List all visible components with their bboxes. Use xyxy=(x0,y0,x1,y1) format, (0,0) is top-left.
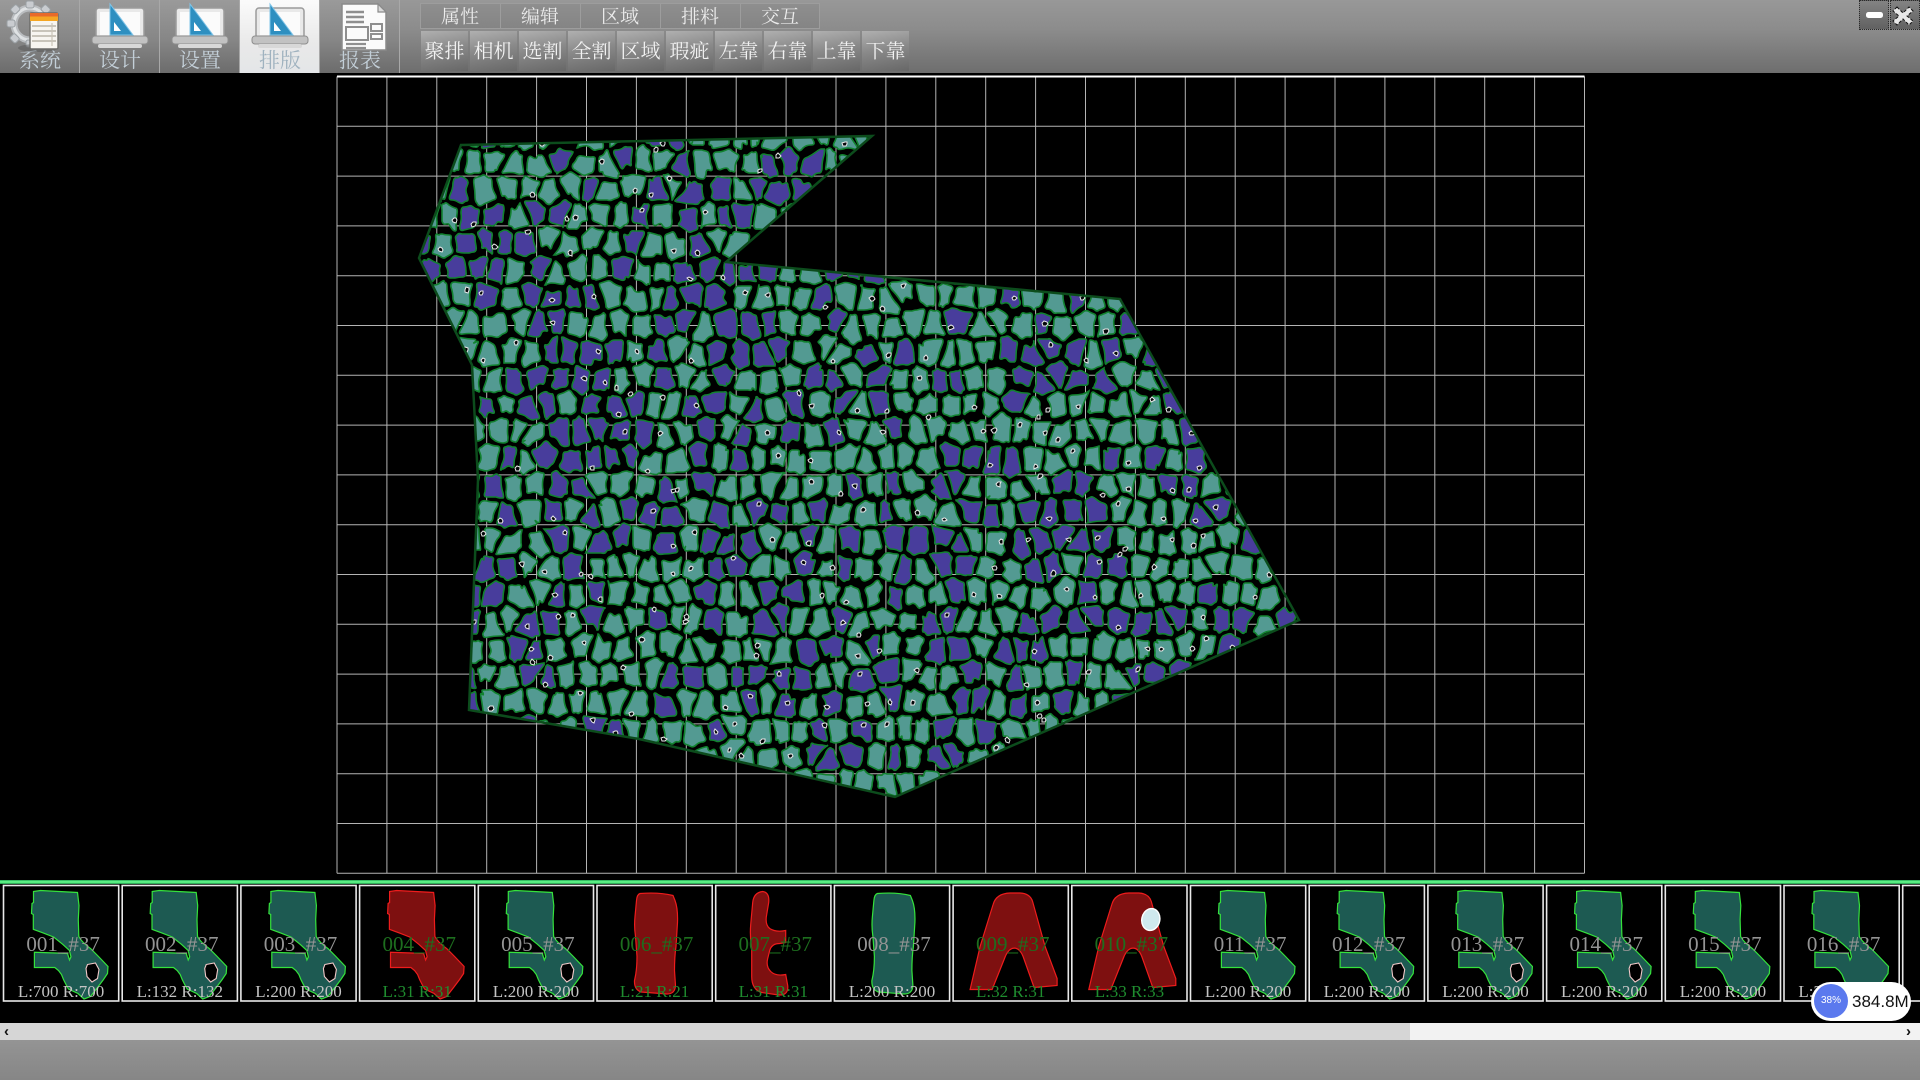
svg-text:L:31 R:31: L:31 R:31 xyxy=(382,982,451,1001)
svg-text:L:33 R:33: L:33 R:33 xyxy=(1095,982,1164,1001)
svg-text:L:132 R:132: L:132 R:132 xyxy=(137,982,223,1001)
svg-text:010_#37: 010_#37 xyxy=(1095,932,1169,956)
svg-text:L:200 R:200: L:200 R:200 xyxy=(849,982,935,1001)
svg-text:005_#37: 005_#37 xyxy=(501,932,575,956)
svg-text:015_#37: 015_#37 xyxy=(1688,932,1762,956)
svg-text:L:700 R:700: L:700 R:700 xyxy=(18,982,104,1001)
svg-text:L:200 R:200: L:200 R:200 xyxy=(255,982,341,1001)
svg-text:012_#37: 012_#37 xyxy=(1332,932,1406,956)
svg-text:L:200 R:200: L:200 R:200 xyxy=(1442,982,1528,1001)
svg-text:L:21 R:21: L:21 R:21 xyxy=(620,982,689,1001)
svg-text:004_#37: 004_#37 xyxy=(382,932,456,956)
svg-text:003_#37: 003_#37 xyxy=(264,932,338,956)
svg-text:013_#37: 013_#37 xyxy=(1451,932,1525,956)
svg-text:007_#37: 007_#37 xyxy=(739,932,813,956)
svg-text:009_#37: 009_#37 xyxy=(976,932,1050,956)
svg-text:L:31 R:31: L:31 R:31 xyxy=(739,982,808,1001)
svg-text:011_#37: 011_#37 xyxy=(1214,932,1287,956)
svg-text:L:200 R:200: L:200 R:200 xyxy=(1680,982,1766,1001)
svg-text:L:200 R:200: L:200 R:200 xyxy=(493,982,579,1001)
svg-text:014_#37: 014_#37 xyxy=(1569,932,1643,956)
svg-text:006_#37: 006_#37 xyxy=(620,932,694,956)
svg-text:016_#37: 016_#37 xyxy=(1807,932,1881,956)
svg-text:L:200 R:200: L:200 R:200 xyxy=(1205,982,1291,1001)
svg-text:L:32 R:31: L:32 R:31 xyxy=(976,982,1045,1001)
svg-text:L:200 R:200: L:200 R:200 xyxy=(1561,982,1647,1001)
svg-text:008_#37: 008_#37 xyxy=(857,932,931,956)
svg-text:002_#37: 002_#37 xyxy=(145,932,219,956)
svg-text:001_#37: 001_#37 xyxy=(26,932,100,956)
svg-text:L:200 R:200: L:200 R:200 xyxy=(1324,982,1410,1001)
